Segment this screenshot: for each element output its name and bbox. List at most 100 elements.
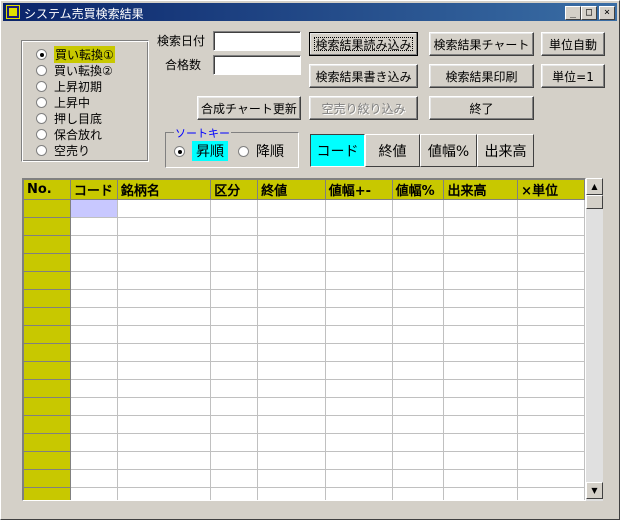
grid-cell[interactable] xyxy=(443,451,519,470)
grid-cell[interactable] xyxy=(116,289,212,308)
grid-cell[interactable] xyxy=(517,199,585,218)
grid-cell[interactable] xyxy=(324,343,393,362)
grid-cell[interactable] xyxy=(443,343,519,362)
sort-field-change-pct-button[interactable]: 値幅% xyxy=(420,134,477,167)
grid-cell[interactable] xyxy=(210,379,259,398)
grid-cell[interactable] xyxy=(210,217,259,236)
grid-cell[interactable] xyxy=(116,469,212,488)
row-header-cell[interactable] xyxy=(23,307,71,326)
col-header-category[interactable]: 区分 xyxy=(210,179,259,200)
grid-cell[interactable] xyxy=(257,217,326,236)
grid-cell[interactable] xyxy=(391,343,445,362)
grid-cell[interactable] xyxy=(324,415,393,434)
row-header-cell[interactable] xyxy=(23,325,71,344)
grid-cell[interactable] xyxy=(391,325,445,344)
grid-cell[interactable] xyxy=(443,415,519,434)
col-header-unit[interactable]: ×単位 xyxy=(517,179,585,200)
grid-cell[interactable] xyxy=(517,415,585,434)
grid-cell[interactable] xyxy=(69,307,118,326)
grid-cell[interactable] xyxy=(517,469,585,488)
grid-cell[interactable] xyxy=(324,253,393,272)
table-row[interactable] xyxy=(23,397,585,416)
table-row[interactable] xyxy=(23,433,585,452)
grid-cell[interactable] xyxy=(391,379,445,398)
scroll-up-icon[interactable]: ▲ xyxy=(586,178,603,195)
grid-cell[interactable] xyxy=(116,253,212,272)
grid-cell[interactable] xyxy=(391,289,445,308)
table-row[interactable] xyxy=(23,289,585,308)
grid-cell[interactable] xyxy=(257,487,326,500)
table-row[interactable] xyxy=(23,415,585,434)
sort-field-close-button[interactable]: 終値 xyxy=(365,134,420,167)
grid-cell[interactable] xyxy=(69,433,118,452)
row-header-cell[interactable] xyxy=(23,235,71,254)
grid-cell[interactable] xyxy=(443,307,519,326)
grid-cell[interactable] xyxy=(257,325,326,344)
grid-cell[interactable] xyxy=(210,271,259,290)
grid-cell[interactable] xyxy=(116,325,212,344)
grid-cell[interactable] xyxy=(517,289,585,308)
grid-cell[interactable] xyxy=(517,361,585,380)
grid-cell[interactable] xyxy=(210,235,259,254)
grid-cell[interactable] xyxy=(391,433,445,452)
radio-dot[interactable] xyxy=(36,80,47,92)
col-header-close[interactable]: 終値 xyxy=(257,179,326,200)
radio-dot[interactable] xyxy=(36,144,47,156)
row-header-cell[interactable] xyxy=(23,433,71,452)
grid-cell[interactable] xyxy=(69,361,118,380)
grid-cell[interactable] xyxy=(210,433,259,452)
grid-cell[interactable] xyxy=(391,199,445,218)
table-row[interactable] xyxy=(23,217,585,236)
col-header-code[interactable]: コード xyxy=(69,179,118,200)
grid-cell[interactable] xyxy=(257,253,326,272)
table-row[interactable] xyxy=(23,361,585,380)
radio-dot[interactable] xyxy=(36,48,47,60)
grid-cell[interactable] xyxy=(69,253,118,272)
grid-cell[interactable] xyxy=(116,217,212,236)
grid-cell[interactable] xyxy=(210,397,259,416)
grid-cell[interactable] xyxy=(517,325,585,344)
grid-cell[interactable] xyxy=(257,199,326,218)
grid-cell[interactable] xyxy=(69,451,118,470)
table-row[interactable] xyxy=(23,271,585,290)
grid-cell[interactable] xyxy=(517,271,585,290)
exit-button[interactable]: 終了 xyxy=(429,96,534,120)
radio-dot[interactable] xyxy=(36,96,47,108)
grid-cell[interactable] xyxy=(69,325,118,344)
table-row[interactable] xyxy=(23,307,585,326)
grid-cell[interactable] xyxy=(116,433,212,452)
table-row[interactable] xyxy=(23,325,585,344)
col-header-change[interactable]: 値幅+- xyxy=(324,179,393,200)
print-results-button[interactable]: 検索結果印刷 xyxy=(429,64,534,88)
grid-cell[interactable] xyxy=(257,451,326,470)
grid-cell[interactable] xyxy=(257,397,326,416)
sort-field-volume-button[interactable]: 出来高 xyxy=(477,134,534,167)
grid-cell[interactable] xyxy=(443,361,519,380)
grid-cell[interactable] xyxy=(443,397,519,416)
grid-cell[interactable] xyxy=(443,469,519,488)
grid-cell[interactable] xyxy=(391,307,445,326)
row-header-cell[interactable] xyxy=(23,397,71,416)
grid-cell[interactable] xyxy=(324,469,393,488)
grid-cell[interactable] xyxy=(69,397,118,416)
radio-descending[interactable]: 降順 xyxy=(238,143,284,160)
short-filter-button[interactable]: 空売り絞り込み xyxy=(309,96,418,120)
grid-cell[interactable] xyxy=(210,361,259,380)
grid-cell[interactable] xyxy=(324,217,393,236)
row-header-cell[interactable] xyxy=(23,253,71,272)
grid-cell[interactable] xyxy=(69,199,118,218)
grid-cell[interactable] xyxy=(116,487,212,500)
grid-cell[interactable] xyxy=(517,343,585,362)
grid-cell[interactable] xyxy=(69,289,118,308)
grid-cell[interactable] xyxy=(257,379,326,398)
grid-cell[interactable] xyxy=(69,271,118,290)
table-row[interactable] xyxy=(23,451,585,470)
table-row[interactable] xyxy=(23,343,585,362)
grid-cell[interactable] xyxy=(257,289,326,308)
grid-cell[interactable] xyxy=(443,271,519,290)
write-results-button[interactable]: 検索結果書き込み xyxy=(309,64,418,88)
grid-cell[interactable] xyxy=(324,433,393,452)
radio-buy-reversal-2[interactable]: 買い転換② xyxy=(36,62,113,78)
grid-cell[interactable] xyxy=(324,271,393,290)
scroll-down-icon[interactable]: ▼ xyxy=(586,482,603,499)
